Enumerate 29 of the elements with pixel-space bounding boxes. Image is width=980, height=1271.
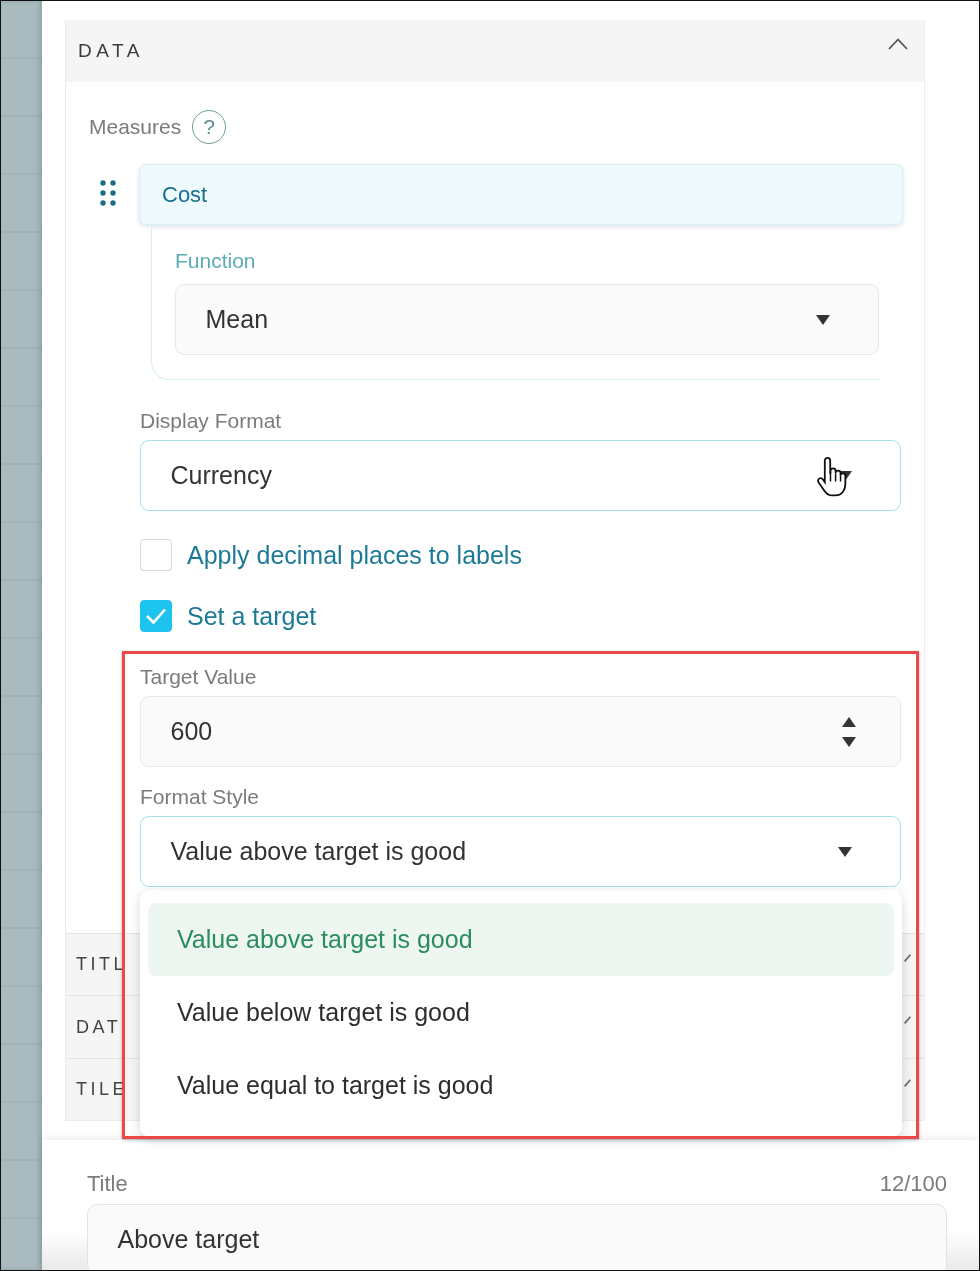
checkbox-label[interactable]: Set a target <box>187 601 317 631</box>
function-select[interactable]: Mean <box>175 284 879 355</box>
accordion-header[interactable]: DATA <box>66 20 924 82</box>
checkbox[interactable] <box>140 539 172 571</box>
caret-icon <box>838 846 852 857</box>
dropdown-option[interactable]: Value equal to target is good <box>148 1049 894 1122</box>
spinner-icon <box>842 716 856 747</box>
chevron-icon <box>904 1016 911 1024</box>
dropdown-option[interactable]: Value below target is good <box>148 976 894 1049</box>
measure-item[interactable]: Cost <box>139 164 903 225</box>
character-counter: 12/100 <box>879 1172 947 1196</box>
format-style-select[interactable]: Value above target is good <box>140 816 901 887</box>
field-label: Display Format <box>140 409 283 433</box>
chevron-icon <box>904 953 911 962</box>
text-input[interactable]: Above target <box>87 1204 947 1270</box>
checkbox-label[interactable]: Apply decimal places to labels <box>187 540 522 570</box>
drag-handle-icon <box>100 180 116 206</box>
field-label: Measures <box>89 115 182 139</box>
caret-icon <box>816 314 830 325</box>
chevron-icon <box>904 1078 911 1087</box>
display-format-select[interactable]: Currency <box>140 440 901 511</box>
field-label: Format Style <box>140 785 261 809</box>
field-label: Title <box>87 1172 128 1196</box>
field-label: Target Value <box>140 665 258 689</box>
number-input[interactable]: 600 <box>140 696 901 767</box>
checkbox[interactable] <box>140 600 172 632</box>
field-label: Function <box>175 249 257 273</box>
dropdown-option[interactable]: Value above target is good <box>148 903 894 976</box>
checkmark-icon <box>145 607 167 625</box>
